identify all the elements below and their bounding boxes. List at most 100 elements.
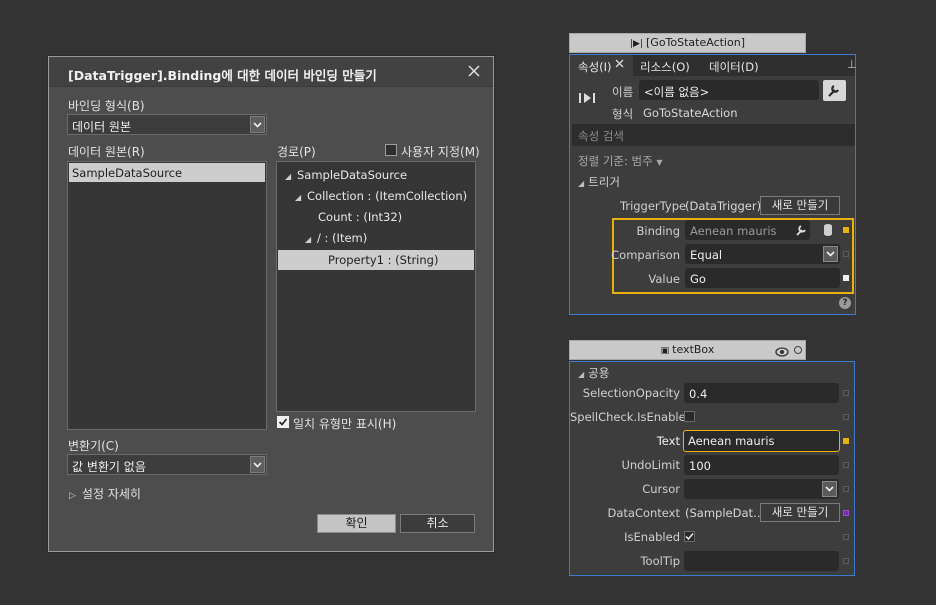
converter-select[interactable]: 값 변환기 없음 bbox=[67, 454, 267, 475]
database-icon[interactable] bbox=[822, 223, 834, 237]
expand-triangle-icon: ◢ bbox=[578, 370, 585, 379]
binding-label: Binding bbox=[636, 224, 680, 238]
chevron-down-icon[interactable] bbox=[250, 456, 265, 473]
binding-type-label: 바인딩 형식(B) bbox=[68, 99, 145, 113]
pin-icon[interactable]: ⊥ bbox=[847, 58, 857, 71]
tab-resources[interactable]: 리소스(O) bbox=[640, 59, 690, 75]
close-icon[interactable] bbox=[614, 57, 625, 74]
binding-type-value: 데이터 원본 bbox=[72, 120, 132, 134]
list-item[interactable]: SampleDataSource bbox=[69, 163, 265, 182]
lock-circle-icon[interactable] bbox=[794, 346, 802, 354]
chevron-down-icon: ▼ bbox=[656, 158, 663, 167]
type-label: 형식 bbox=[612, 107, 634, 121]
details-expander[interactable]: ▷ 설정 자세히 bbox=[69, 485, 141, 502]
value-label: Value bbox=[648, 272, 680, 286]
tab-properties[interactable]: 속성(I) bbox=[570, 55, 633, 76]
trigger-type-label: TriggerType bbox=[620, 199, 687, 213]
expand-triangle-icon[interactable]: ◢ bbox=[305, 235, 317, 244]
text-marker[interactable] bbox=[843, 438, 849, 444]
properties-panel: 속성(I) 리소스(O) 데이터(D) ⊥ 이름 <이름 없음> 형식 GoTo… bbox=[569, 54, 857, 315]
match-type-checkbox[interactable] bbox=[277, 416, 289, 428]
cancel-button[interactable]: 취소 bbox=[400, 514, 475, 533]
data-context-marker[interactable] bbox=[843, 510, 849, 516]
path-tree[interactable]: ◢ SampleDataSource ◢ Collection : (ItemCol… bbox=[276, 161, 476, 412]
tree-item[interactable]: Count : (Int32) bbox=[318, 210, 402, 224]
panel-tabs: 속성(I) 리소스(O) 데이터(D) ⊥ bbox=[570, 55, 857, 76]
dialog-titlebar: [DataTrigger].Binding에 대한 데이터 바인딩 만들기 bbox=[49, 57, 493, 87]
match-type-label: 일치 유형만 표시(H) bbox=[293, 417, 397, 431]
is-enabled-checkbox[interactable] bbox=[684, 531, 695, 542]
expand-triangle-icon: ◢ bbox=[578, 179, 585, 188]
tab-data[interactable]: 데이터(D) bbox=[709, 59, 759, 75]
comparison-label: Comparison bbox=[611, 248, 680, 262]
undo-limit-label: UndoLimit bbox=[621, 458, 680, 472]
close-icon[interactable] bbox=[467, 63, 481, 79]
spellcheck-marker[interactable] bbox=[843, 414, 849, 420]
comparison-marker[interactable] bbox=[843, 251, 849, 257]
expand-triangle-icon[interactable]: ◢ bbox=[295, 193, 307, 202]
property-search-input[interactable]: 속성 검색 bbox=[572, 124, 855, 146]
custom-checkbox[interactable] bbox=[385, 144, 397, 156]
section-trigger[interactable]: ◢ 트리거 bbox=[578, 174, 620, 190]
binding-field[interactable]: Aenean mauris bbox=[685, 220, 810, 240]
spellcheck-label: SpellCheck.IsEnabled bbox=[570, 410, 693, 424]
expand-triangle-icon[interactable]: ◢ bbox=[285, 172, 297, 181]
data-context-label: DataContext bbox=[607, 506, 680, 520]
converter-value: 값 변환기 없음 bbox=[72, 460, 146, 474]
wrench-icon[interactable] bbox=[794, 223, 808, 240]
new-trigger-button[interactable]: 새로 만들기 bbox=[760, 196, 840, 215]
cursor-label: Cursor bbox=[642, 482, 680, 496]
expand-arrow-icon: ▷ bbox=[69, 491, 76, 501]
section-common[interactable]: ◢ 공용 bbox=[578, 365, 609, 381]
is-enabled-marker[interactable] bbox=[843, 534, 849, 540]
textbox-icon: ▣ bbox=[660, 346, 670, 356]
tooltip-label: ToolTip bbox=[640, 554, 680, 568]
binding-type-select[interactable]: 데이터 원본 bbox=[67, 114, 267, 135]
trigger-icon bbox=[578, 91, 606, 115]
undo-limit-input[interactable]: 100 bbox=[684, 455, 839, 475]
selection-opacity-marker[interactable] bbox=[843, 390, 849, 396]
value-marker[interactable] bbox=[843, 275, 849, 281]
new-data-context-button[interactable]: 새로 만들기 bbox=[760, 503, 840, 522]
undo-limit-marker[interactable] bbox=[843, 462, 849, 468]
properties-panel-tab[interactable]: |▶| [GoToStateAction] bbox=[569, 33, 806, 53]
sort-by-dropdown[interactable]: 정렬 기준: 범주 ▼ bbox=[578, 153, 662, 169]
textbox-panel-tab[interactable]: ▣ textBox bbox=[569, 340, 806, 360]
tree-item[interactable]: ◢ / : (Item) bbox=[305, 231, 367, 245]
tree-item[interactable]: ◢ SampleDataSource bbox=[285, 168, 407, 182]
type-value: GoToStateAction bbox=[643, 106, 738, 120]
binding-marker[interactable] bbox=[843, 227, 849, 233]
wrench-button[interactable] bbox=[823, 80, 846, 101]
name-input[interactable]: <이름 없음> bbox=[639, 80, 819, 100]
tooltip-input[interactable] bbox=[684, 551, 839, 571]
tree-item[interactable]: ◢ Collection : (ItemCollection) bbox=[295, 189, 467, 203]
tooltip-marker[interactable] bbox=[843, 558, 849, 564]
help-icon[interactable]: ? bbox=[839, 297, 851, 309]
chevron-down-icon[interactable] bbox=[822, 481, 837, 497]
cursor-marker[interactable] bbox=[843, 486, 849, 492]
comparison-select[interactable]: Equal bbox=[685, 244, 840, 264]
name-label: 이름 bbox=[612, 85, 634, 99]
trigger-type-value: (DataTrigger) bbox=[685, 199, 762, 213]
text-label: Text bbox=[656, 434, 680, 448]
value-input[interactable]: Go bbox=[685, 268, 840, 288]
dialog-title: [DataTrigger].Binding에 대한 데이터 바인딩 만들기 bbox=[68, 68, 377, 83]
data-binding-dialog: [DataTrigger].Binding에 대한 데이터 바인딩 만들기 바인… bbox=[48, 56, 494, 552]
custom-label: 사용자 지정(M) bbox=[401, 145, 480, 159]
chevron-down-icon[interactable] bbox=[823, 246, 838, 262]
selection-opacity-label: SelectionOpacity bbox=[582, 386, 680, 400]
chevron-down-icon[interactable] bbox=[250, 116, 265, 133]
cursor-select[interactable] bbox=[684, 479, 839, 499]
is-enabled-label: IsEnabled bbox=[624, 530, 680, 544]
converter-label: 변환기(C) bbox=[68, 439, 119, 453]
spellcheck-checkbox[interactable] bbox=[684, 411, 695, 422]
data-source-label: 데이터 원본(R) bbox=[68, 145, 145, 159]
text-input[interactable]: Aenean mauris bbox=[683, 430, 840, 452]
ok-button[interactable]: 확인 bbox=[317, 514, 396, 533]
tree-item-selected[interactable]: Property1 : (String) bbox=[278, 250, 474, 270]
textbox-panel: ◢ 공용 SelectionOpacity 0.4 SpellCheck.IsEn… bbox=[569, 361, 855, 576]
data-context-value: (SampleDat… bbox=[685, 506, 765, 520]
data-source-list[interactable]: SampleDataSource bbox=[67, 161, 267, 430]
path-label: 경로(P) bbox=[277, 145, 316, 159]
selection-opacity-input[interactable]: 0.4 bbox=[684, 383, 839, 403]
